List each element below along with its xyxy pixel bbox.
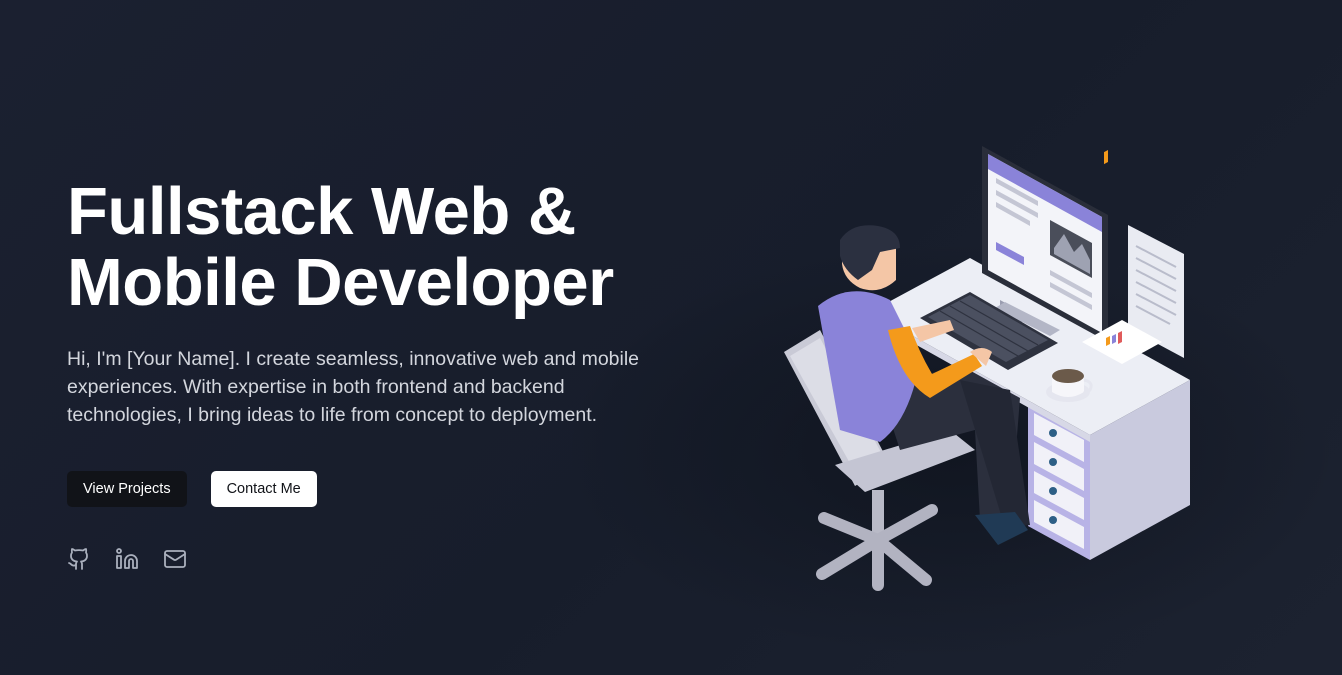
hero-headline: Fullstack Web & Mobile Developer: [67, 176, 687, 318]
mail-icon[interactable]: [163, 547, 187, 571]
view-projects-button[interactable]: View Projects: [67, 471, 187, 507]
headline-line-2: Mobile Developer: [67, 245, 614, 320]
developer-illustration: [784, 146, 1190, 591]
hero-content: Fullstack Web & Mobile Developer Hi, I'm…: [67, 176, 687, 571]
contact-me-button[interactable]: Contact Me: [210, 471, 317, 507]
hero-section: Fullstack Web & Mobile Developer Hi, I'm…: [0, 0, 1342, 675]
hero-buttons: View Projects Contact Me: [67, 471, 687, 507]
hero-intro: Hi, I'm [Your Name]. I create seamless, …: [67, 348, 640, 426]
github-icon[interactable]: [67, 547, 91, 571]
social-links: [67, 547, 687, 571]
linkedin-icon[interactable]: [115, 547, 139, 571]
headline-line-1: Fullstack Web &: [67, 174, 576, 249]
